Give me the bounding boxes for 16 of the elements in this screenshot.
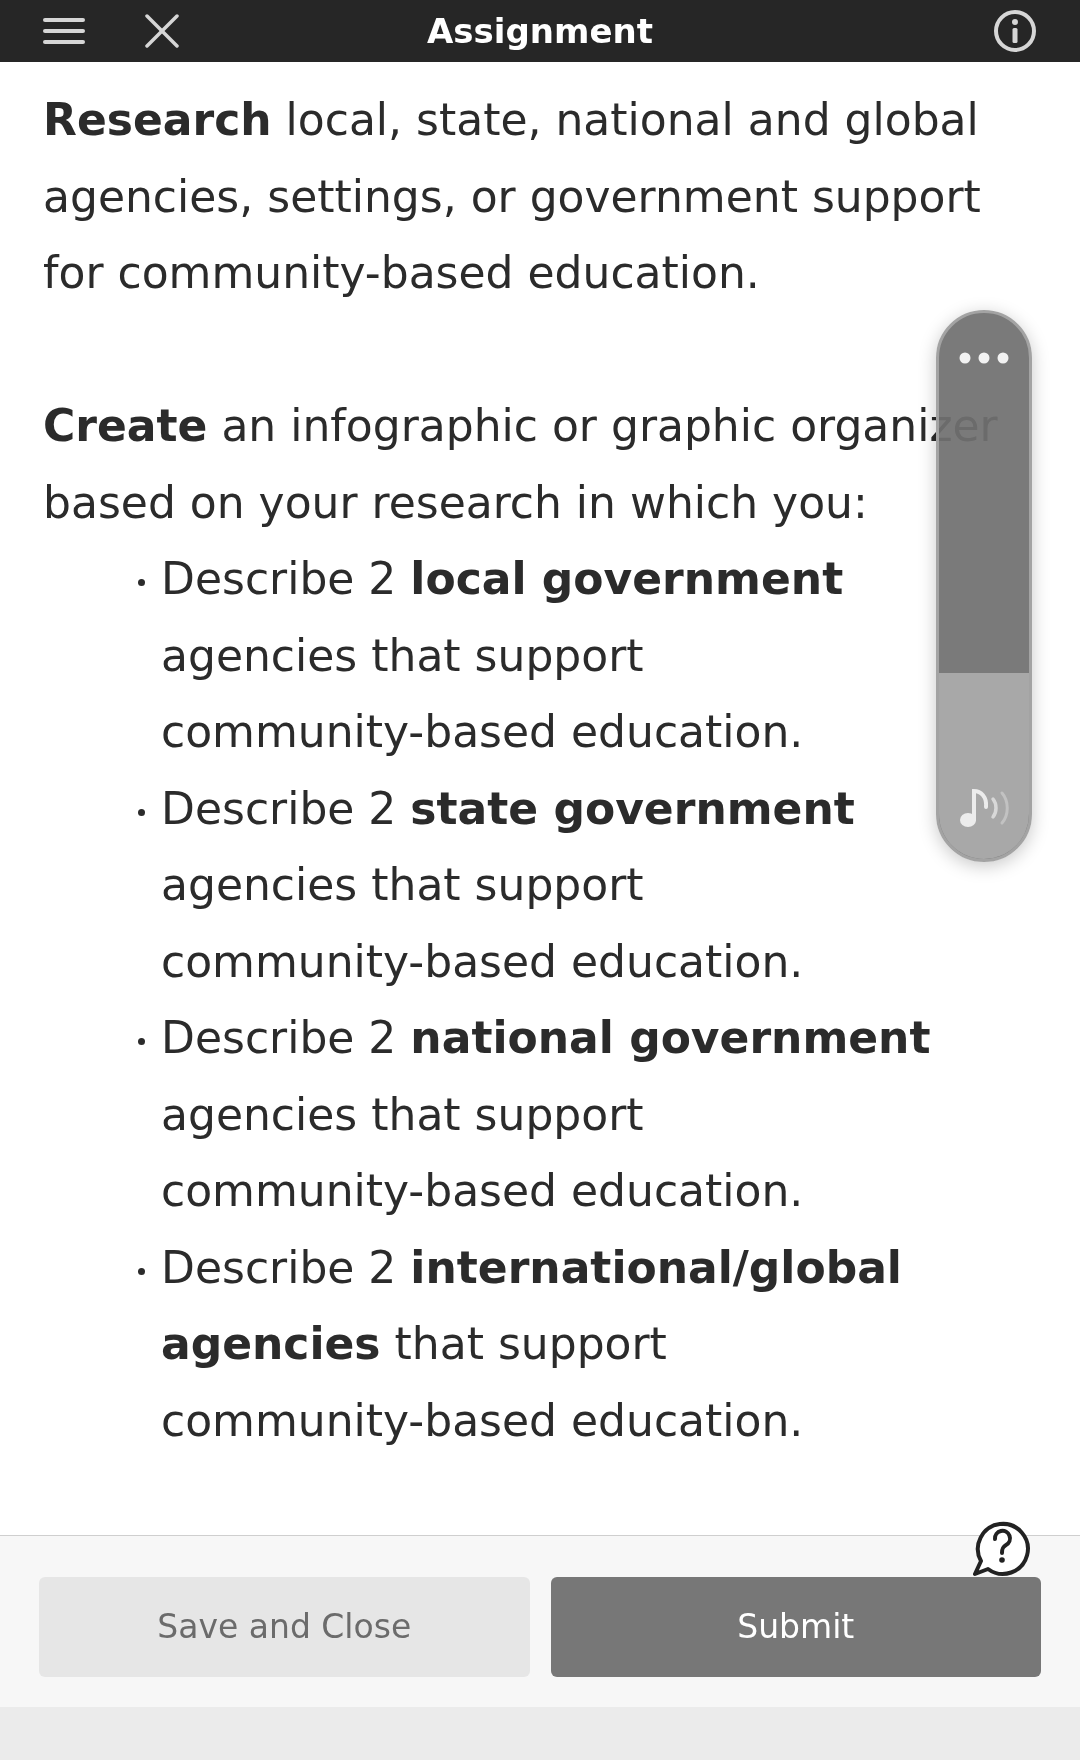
bullet-icon [138, 579, 145, 586]
info-icon[interactable] [993, 9, 1037, 53]
list-item-text: Describe 2 local government agencies that support community-based education. [161, 552, 845, 759]
close-icon[interactable] [145, 14, 179, 48]
instruction-paragraph: Research local, state, national and global agencies, settings, or government support for community-based education. [43, 93, 982, 300]
list-item-text: Describe 2 international/global agencies that support community-based education. [161, 1240, 903, 1448]
list-item-text: Describe 2 national government agencies that support community-based education. [161, 1011, 932, 1218]
bullet-icon [138, 1267, 145, 1275]
save-button[interactable]: Save and Close [39, 1577, 530, 1677]
submit-button[interactable]: Submit [550, 1577, 1041, 1677]
bullet-icon [138, 808, 145, 816]
more-icon[interactable] [959, 352, 1009, 364]
list-item-text: Describe 2 state government agencies that support community-based education. [161, 781, 856, 989]
menu-icon[interactable] [43, 17, 85, 45]
bullet-icon [138, 1038, 145, 1045]
page-title: Assignment [427, 11, 653, 51]
